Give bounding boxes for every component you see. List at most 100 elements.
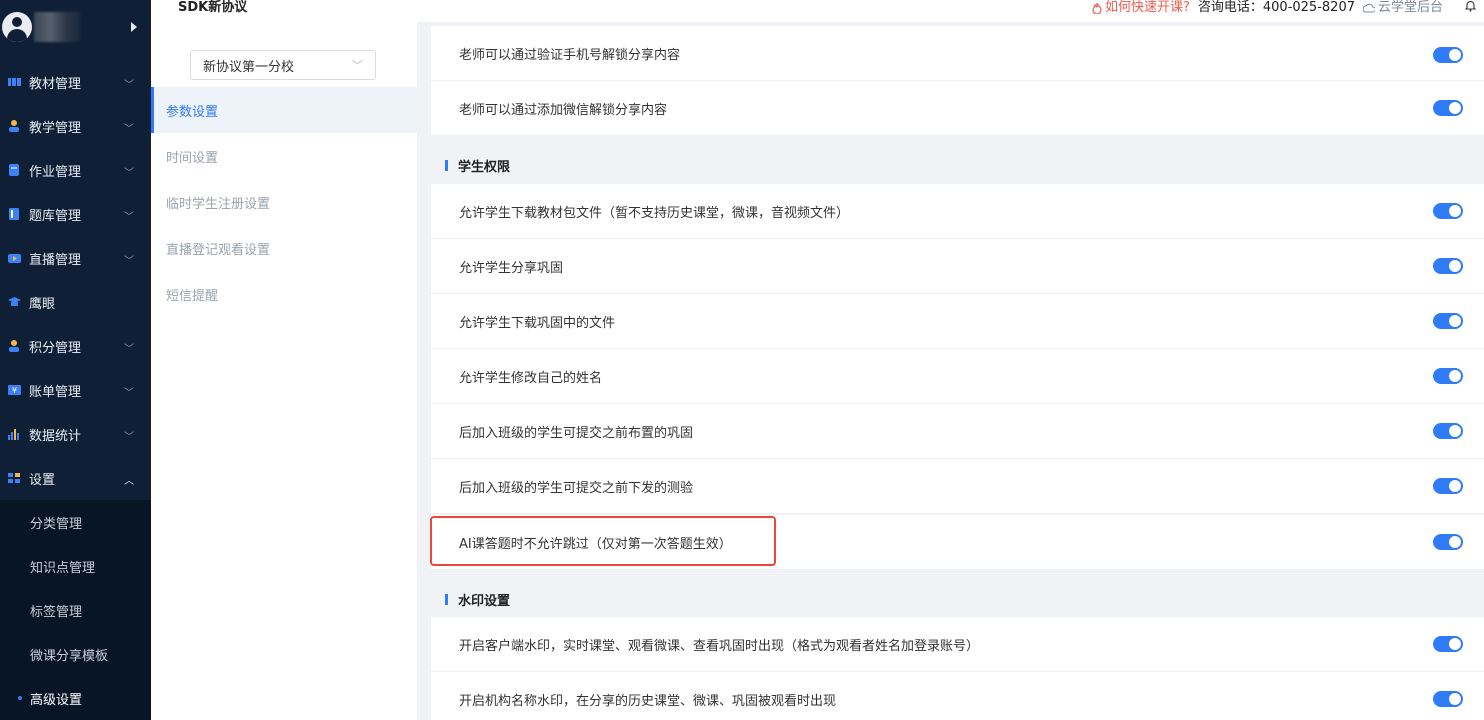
expand-arrow-icon[interactable] xyxy=(131,22,137,32)
graduation-cap-icon xyxy=(8,297,21,306)
setting-row: 允许学生修改自己的姓名 xyxy=(431,349,1484,404)
chevron-down-icon: ﹀ xyxy=(352,59,363,72)
sidebar-item-label: 作业管理 xyxy=(29,164,82,180)
sidebar-item-label: 题库管理 xyxy=(29,208,82,224)
toggle-switch[interactable] xyxy=(1433,423,1463,439)
quick-start-link[interactable]: 如何快速开课? xyxy=(1092,0,1190,16)
setting-label: 允许学生分享巩固 xyxy=(459,260,564,276)
chevron-down-icon: ﹀ xyxy=(124,432,134,443)
fire-icon xyxy=(1092,2,1102,14)
chevron-up-icon: ︿ xyxy=(124,476,134,487)
homework-icon xyxy=(9,164,19,176)
toggle-switch[interactable] xyxy=(1433,534,1463,550)
sidebar-user-area xyxy=(0,0,151,60)
sidebar-item-label: 教学管理 xyxy=(29,120,82,136)
sidebar-item-textbook[interactable]: 教材管理 ﹀ xyxy=(0,60,151,104)
live-icon xyxy=(8,254,21,263)
sidebar-subitem-share-template[interactable]: 微课分享模板 xyxy=(0,632,151,676)
setting-row: 后加入班级的学生可提交之前布置的巩固 xyxy=(431,404,1484,459)
sidebar-item-homework[interactable]: 作业管理 ﹀ xyxy=(0,148,151,192)
sidebar-item-label: 教材管理 xyxy=(29,76,82,92)
chevron-down-icon: ﹀ xyxy=(124,80,134,91)
settings-main: 老师可以通过验证手机号解锁分享内容 老师可以通过添加微信解锁分享内容 学生权限 … xyxy=(417,22,1484,720)
toggle-switch[interactable] xyxy=(1433,478,1463,494)
sidebar-item-label: 积分管理 xyxy=(29,340,82,356)
header-right: 如何快速开课? 咨询电话：400-025-8207 云学堂后台 xyxy=(1092,0,1477,16)
setting-row: 开启客户端水印，实时课堂、观看微课、查看巩固时出现（格式为观看者姓名加登录账号） xyxy=(431,617,1484,672)
setting-label: 开启机构名称水印，在分享的历史课堂、微课、巩固被观看时出现 xyxy=(459,693,837,709)
subnav-item-sms[interactable]: 短信提醒 xyxy=(151,271,417,317)
toggle-switch[interactable] xyxy=(1433,100,1463,116)
toggle-switch[interactable] xyxy=(1433,47,1463,63)
sidebar-item-eagle-eye[interactable]: 鹰眼 xyxy=(0,280,151,324)
school-select-value: 新协议第一分校 xyxy=(203,59,295,75)
settings-submenu: 分类管理 知识点管理 标签管理 微课分享模板 高级设置 xyxy=(0,500,151,720)
setting-label: 开启客户端水印，实时课堂、观看微课、查看巩固时出现（格式为观看者姓名加登录账号） xyxy=(459,638,980,654)
setting-row: 老师可以通过验证手机号解锁分享内容 xyxy=(431,26,1484,81)
book-icon xyxy=(8,78,21,86)
sidebar-subitem-advanced[interactable]: 高级设置 xyxy=(0,676,151,720)
section-marker xyxy=(445,593,448,605)
points-icon xyxy=(9,340,19,352)
sidebar-subitem-knowledge[interactable]: 知识点管理 xyxy=(0,544,151,588)
question-bank-icon xyxy=(9,208,19,220)
sidebar-item-label: 账单管理 xyxy=(29,384,82,400)
sidebar-item-teaching[interactable]: 教学管理 ﹀ xyxy=(0,104,151,148)
sidebar-subitem-tags[interactable]: 标签管理 xyxy=(0,588,151,632)
sidebar-item-statistics[interactable]: 数据统计 ﹀ xyxy=(0,412,151,456)
setting-label: 允许学生修改自己的姓名 xyxy=(459,370,603,386)
active-dot-icon xyxy=(18,696,22,700)
toggle-switch[interactable] xyxy=(1433,313,1463,329)
setting-row: 开启机构名称水印，在分享的历史课堂、微课、巩固被观看时出现 xyxy=(431,672,1484,720)
subnav-item-params[interactable]: 参数设置 xyxy=(151,87,417,133)
toggle-switch[interactable] xyxy=(1433,203,1463,219)
setting-label: 老师可以通过验证手机号解锁分享内容 xyxy=(459,47,681,63)
setting-label: 允许学生下载教材包文件（暂不支持历史课堂，微课，音视频文件） xyxy=(459,205,850,221)
chevron-down-icon: ﹀ xyxy=(124,124,134,135)
top-header: SDK新协议 如何快速开课? 咨询电话：400-025-8207 云学堂后台 xyxy=(151,0,1484,22)
settings-grid-icon xyxy=(8,473,20,483)
quick-start-label: 如何快速开课? xyxy=(1104,0,1190,15)
subnav-item-live-register[interactable]: 直播登记观看设置 xyxy=(151,225,417,271)
sidebar-item-settings[interactable]: 设置 ︿ xyxy=(0,456,151,500)
sidebar-item-bills[interactable]: ¥ 账单管理 ﹀ xyxy=(0,368,151,412)
page-title: SDK新协议 xyxy=(178,0,248,15)
section-title-student: 学生权限 xyxy=(431,142,1484,188)
setting-row: 允许学生下载巩固中的文件 xyxy=(431,294,1484,349)
bill-icon: ¥ xyxy=(8,385,21,395)
cloud-admin-label: 云学堂后台 xyxy=(1377,0,1443,15)
setting-row: 后加入班级的学生可提交之前下发的测验 xyxy=(431,459,1484,514)
sidebar-item-label: 设置 xyxy=(29,472,56,488)
cloud-admin-link[interactable]: 云学堂后台 xyxy=(1362,0,1443,16)
sidebar: 教材管理 ﹀ 教学管理 ﹀ 作业管理 ﹀ 题库管理 ﹀ 直播管理 ﹀ 鹰眼 积分… xyxy=(0,0,151,720)
sidebar-item-points[interactable]: 积分管理 ﹀ xyxy=(0,324,151,368)
chevron-down-icon: ﹀ xyxy=(124,388,134,399)
bell-icon[interactable] xyxy=(1464,0,1477,16)
toggle-switch[interactable] xyxy=(1433,258,1463,274)
section-title-label: 学生权限 xyxy=(458,159,511,175)
sidebar-subitem-category[interactable]: 分类管理 xyxy=(0,500,151,544)
avatar[interactable] xyxy=(2,12,32,42)
setting-label: 允许学生下载巩固中的文件 xyxy=(459,315,616,331)
setting-row-highlighted: AI课答题时不允许跳过（仅对第一次答题生效） xyxy=(431,515,1484,570)
setting-row: 允许学生下载教材包文件（暂不支持历史课堂，微课，音视频文件） xyxy=(431,184,1484,239)
sidebar-item-label: 数据统计 xyxy=(29,428,82,444)
setting-row: 老师可以通过添加微信解锁分享内容 xyxy=(431,81,1484,136)
svg-text:¥: ¥ xyxy=(12,386,17,395)
section-title-label: 水印设置 xyxy=(458,593,511,609)
bar-chart-icon xyxy=(8,429,19,440)
toggle-switch[interactable] xyxy=(1433,368,1463,384)
school-select[interactable]: 新协议第一分校 ﹀ xyxy=(190,50,376,80)
toggle-switch[interactable] xyxy=(1433,691,1463,707)
section-title-watermark: 水印设置 xyxy=(431,576,1484,622)
teacher-icon xyxy=(9,120,19,132)
subnav-item-time[interactable]: 时间设置 xyxy=(151,133,417,179)
subnav-item-temp-register[interactable]: 临时学生注册设置 xyxy=(151,179,417,225)
sidebar-item-question-bank[interactable]: 题库管理 ﹀ xyxy=(0,192,151,236)
sidebar-item-label: 直播管理 xyxy=(29,252,82,268)
sidebar-subitem-label: 高级设置 xyxy=(30,692,83,708)
cloud-icon xyxy=(1362,3,1375,13)
toggle-switch[interactable] xyxy=(1433,636,1463,652)
sidebar-item-label: 鹰眼 xyxy=(29,296,56,312)
sidebar-item-live[interactable]: 直播管理 ﹀ xyxy=(0,236,151,280)
